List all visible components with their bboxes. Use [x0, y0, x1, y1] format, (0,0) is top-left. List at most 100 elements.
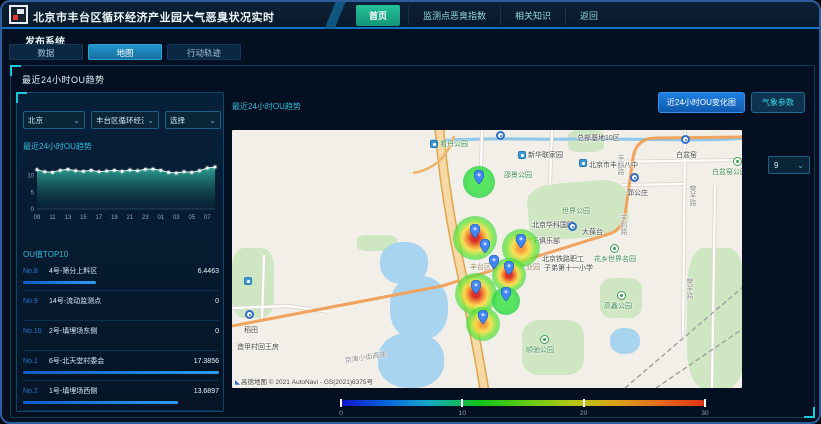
filter-select-value: 北京 [28, 115, 43, 126]
station-name: 1号-填埋场西侧 [49, 386, 194, 396]
map-road-label: 樊羊路 [684, 278, 694, 299]
map-label-park: 世界公园 [562, 206, 590, 216]
table-row[interactable]: No.914号-流动监测点0 [23, 291, 219, 321]
map-zoom-select[interactable]: 9 ⌄ [768, 156, 810, 174]
table-row[interactable]: No.16号-北天堂村委会17.3856 [23, 351, 219, 381]
tab-item[interactable]: 行动轨迹 [167, 44, 241, 60]
ou-value: 6.4463 [198, 268, 219, 275]
svg-text:07: 07 [204, 215, 211, 221]
tab-item[interactable]: 数据 [9, 44, 83, 60]
svg-text:13: 13 [65, 215, 72, 221]
svg-text:5: 5 [31, 190, 35, 196]
monitor-pin-icon[interactable] [474, 170, 484, 189]
legend-tick-label: 20 [580, 410, 587, 417]
panel-title: 最近24小时OU趋势 [22, 73, 105, 86]
map-label-place: 总部基地10区 [577, 133, 620, 143]
map-label-place: 郭公庄 [627, 188, 648, 198]
svg-text:17: 17 [96, 215, 103, 221]
metro-station-icon[interactable] [630, 173, 639, 182]
metro-station-icon[interactable] [496, 131, 505, 140]
rank-label: No.10 [23, 328, 49, 335]
chevron-down-icon: ⌄ [209, 116, 216, 125]
rank-label: No.8 [23, 268, 49, 275]
filter-select-3[interactable]: 选择 ⌄ [165, 111, 221, 129]
poi-marker-icon[interactable] [244, 277, 252, 285]
map-zoom-value: 9 [774, 161, 778, 170]
park-marker-icon[interactable] [617, 291, 626, 300]
svg-text:23: 23 [142, 215, 149, 221]
nav-item-link[interactable]: 返回 [565, 6, 612, 25]
map-attribution: ◣高德地图 © 2021 AutoNavi - GS(2021)6375号 [235, 376, 373, 386]
metro-station-icon[interactable] [245, 310, 254, 319]
svg-text:11: 11 [49, 215, 56, 221]
top-list-title: OU值TOP10 [23, 249, 68, 260]
map-road-label: 樊羊路 [687, 185, 697, 206]
legend-tick [340, 399, 342, 407]
park-marker-icon[interactable] [540, 335, 549, 344]
svg-text:03: 03 [173, 215, 180, 221]
metro-station-icon[interactable] [681, 135, 690, 144]
map-label-place: 欢乐俱乐部 [525, 236, 560, 246]
map-label-park: 邵景公园 [504, 170, 532, 180]
map-label-park: 顺驰公园 [526, 345, 554, 355]
row-content: No.21号-填埋场西侧13.6897 [23, 381, 219, 396]
topbar-nav: 首页监测点恶臭指数相关知识返回 [226, 2, 612, 29]
station-name: 6号-北天堂村委会 [49, 356, 194, 366]
svg-text:0: 0 [31, 207, 35, 213]
filter-select-2[interactable]: 丰台区循环经济产⌄ [91, 111, 159, 129]
nav-item-link[interactable]: 监测点恶臭指数 [408, 6, 500, 25]
station-name: 4号-筛分上料区 [49, 266, 198, 276]
poi-marker-icon[interactable] [579, 159, 587, 167]
row-content: No.84号-筛分上料区6.4463 [23, 261, 219, 276]
metro-station-icon[interactable] [568, 222, 577, 231]
legend-tick-label: 30 [701, 410, 708, 417]
chevron-down-icon: ⌄ [147, 116, 154, 125]
monitor-pin-icon[interactable] [478, 310, 488, 329]
map-label-place: 新华联家园 [528, 150, 563, 160]
monitor-pin-icon[interactable] [504, 261, 514, 280]
park-marker-icon[interactable] [610, 244, 619, 253]
table-row[interactable]: No.84号-筛分上料区6.4463 [23, 261, 219, 291]
svg-text:15: 15 [80, 215, 87, 221]
monitor-pin-icon[interactable] [516, 234, 526, 253]
map-label-park: 看丹公园 [440, 139, 468, 149]
view-tabs: 数据地图行动轨迹 [9, 44, 241, 60]
corner-accent [16, 92, 27, 103]
map-panel-title: 最近24小时OU趋势 [232, 101, 301, 112]
legend-tick-label: 10 [459, 410, 466, 417]
park-marker-icon[interactable] [733, 157, 742, 166]
legend-tick [461, 399, 463, 407]
poi-marker-icon[interactable] [518, 151, 526, 159]
svg-text:10: 10 [27, 174, 34, 180]
nav-item-active[interactable]: 首页 [356, 5, 400, 26]
topbar: 北京市丰台区循环经济产业园大气恶臭状况实时 首页监测点恶臭指数相关知识返回 [2, 2, 819, 29]
ou-value: 17.3856 [194, 358, 219, 365]
monitor-pin-icon[interactable] [471, 280, 481, 299]
weather-params-button[interactable]: 气象参数 [751, 92, 805, 113]
svg-text:09: 09 [34, 215, 41, 221]
row-content: No.16号-北天堂村委会17.3856 [23, 351, 219, 366]
progress-bar [23, 281, 96, 284]
amap-logo-icon: ◣ [235, 379, 240, 386]
map-road-label: 丰利路 [618, 214, 628, 235]
map-canvas[interactable]: 总部基地10区看丹公园新华联家园邵景公园北京市丰台八中郭公庄白盆窑白盆窑公园世界… [232, 130, 742, 388]
poi-marker-icon[interactable] [430, 140, 438, 148]
corner-accent [804, 407, 815, 418]
monitor-pin-icon[interactable] [489, 255, 499, 274]
svg-text:05: 05 [188, 215, 195, 221]
corner-accent [10, 65, 21, 76]
tab-active[interactable]: 地图 [88, 44, 162, 60]
monitor-pin-icon[interactable] [470, 224, 480, 243]
nav-item-link[interactable]: 相关知识 [500, 6, 565, 25]
legend-tick [583, 399, 585, 407]
ou-change-chart-button[interactable]: 近24小时OU变化图 [658, 92, 745, 113]
filter-select-1[interactable]: 北京⌄ [23, 111, 85, 129]
monitor-pin-icon[interactable] [501, 287, 511, 306]
filter-row: 北京⌄丰台区循环经济产⌄选择⌄ [23, 111, 221, 129]
table-row[interactable]: No.21号-填埋场西侧13.6897 [23, 381, 219, 411]
map-label-park: 白盆窑公园 [712, 167, 742, 177]
filter-select-value: 选择 [170, 115, 185, 126]
table-row[interactable]: No.102号-填埋场东侧0 [23, 321, 219, 351]
rank-label: No.2 [23, 388, 49, 395]
ou-value: 0 [215, 328, 219, 335]
